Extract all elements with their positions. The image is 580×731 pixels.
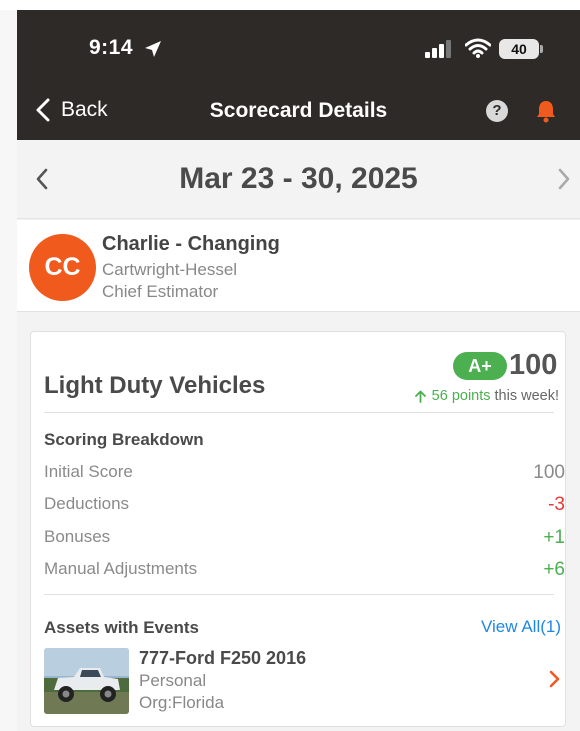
- row-value: 100: [533, 462, 565, 483]
- status-time: 9:14: [89, 36, 134, 59]
- app-screen: 9:14 40 Back Scorecard Details ? Mar 23 …: [17, 10, 580, 731]
- header: 9:14 40 Back Scorecard Details ?: [17, 10, 580, 140]
- asset-name: 777-Ford F250 2016: [139, 648, 307, 668]
- divider: [44, 412, 554, 413]
- week-change: 56 points this week!: [414, 388, 559, 404]
- battery-icon: 40: [499, 39, 539, 59]
- row-value: +1: [543, 527, 565, 548]
- bell-icon[interactable]: [535, 99, 557, 123]
- row-label: Bonuses: [44, 527, 111, 546]
- up-arrow-icon: [414, 390, 426, 403]
- breakdown-row-deductions: Deductions -3: [44, 494, 565, 515]
- asset-org: Org:Florida: [139, 693, 225, 712]
- card-title: Light Duty Vehicles: [44, 372, 266, 399]
- location-arrow-icon: [145, 41, 161, 57]
- row-label: Deductions: [44, 494, 130, 513]
- row-label: Initial Score: [44, 462, 133, 481]
- assets-title: Assets with Events: [44, 618, 199, 637]
- left-edge: [0, 0, 17, 731]
- top-gap: [0, 0, 580, 10]
- profile-name: Charlie - Changing: [102, 233, 280, 255]
- view-all-link[interactable]: View All(1): [481, 617, 561, 637]
- week-suffix: this week!: [494, 388, 559, 404]
- help-icon[interactable]: ?: [486, 100, 508, 122]
- wifi-icon: [465, 38, 491, 58]
- truck-photo: [44, 648, 129, 714]
- breakdown-title: Scoring Breakdown: [44, 430, 204, 449]
- grade-badge: A+: [453, 352, 507, 380]
- asset-row[interactable]: 777-Ford F250 2016 Personal Org:Florida: [44, 646, 566, 716]
- profile-company: Cartwright-Hessel: [102, 260, 238, 279]
- score-value: 100: [509, 349, 558, 381]
- row-label: Manual Adjustments: [44, 559, 198, 578]
- chevron-right-icon[interactable]: [557, 167, 571, 191]
- signal-icon: [425, 40, 451, 58]
- asset-type: Personal: [139, 671, 207, 690]
- breakdown-row-manual: Manual Adjustments +6: [44, 559, 565, 580]
- week-points: 56 points: [431, 388, 491, 404]
- battery-nub: [540, 45, 543, 53]
- chevron-right-icon[interactable]: [548, 670, 560, 688]
- breakdown-row-initial: Initial Score 100: [44, 462, 565, 483]
- row-value: +6: [543, 559, 565, 580]
- profile-header: CC Charlie - Changing Cartwright-Hessel …: [17, 220, 580, 312]
- avatar: CC: [29, 234, 96, 301]
- divider: [44, 594, 554, 595]
- scorecard-card: Light Duty Vehicles A+ 100 56 points thi…: [30, 331, 566, 727]
- date-range: Mar 23 - 30, 2025: [179, 162, 418, 195]
- profile-role: Chief Estimator: [102, 282, 219, 301]
- date-range-bar: Mar 23 - 30, 2025: [17, 140, 580, 219]
- row-value: -3: [548, 494, 565, 515]
- breakdown-row-bonuses: Bonuses +1: [44, 527, 565, 548]
